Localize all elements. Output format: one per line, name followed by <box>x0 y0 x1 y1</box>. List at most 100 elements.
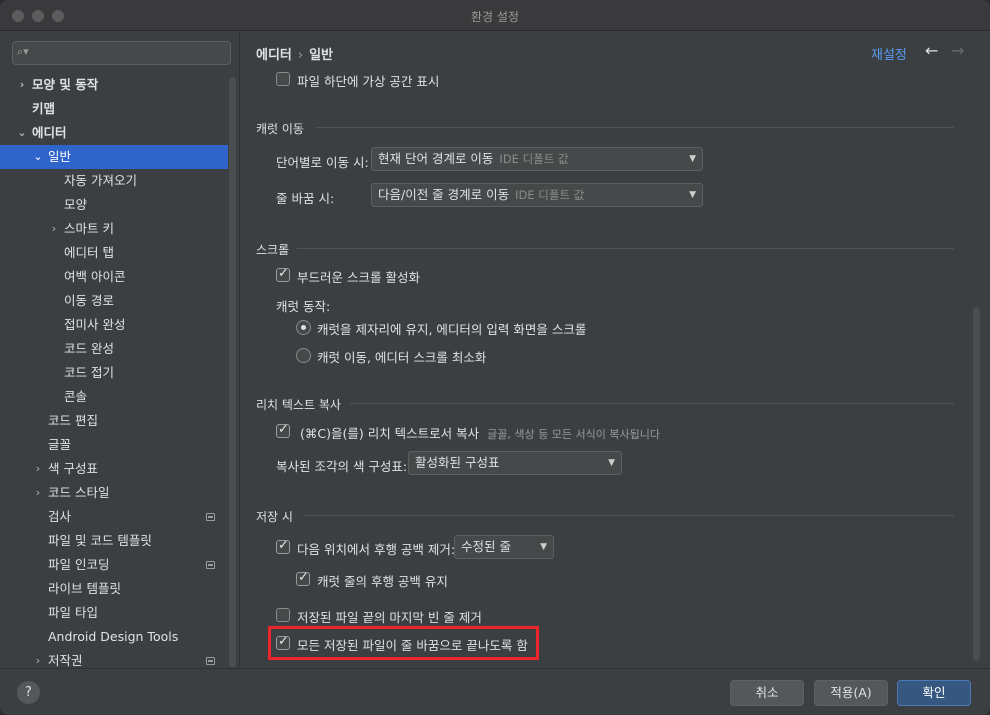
keep-caret-label: 캐럿을 제자리에 유지, 에디터의 입력 화면을 스크롤 <box>317 322 587 337</box>
search-input[interactable]: ⌕▾ <box>12 41 231 65</box>
sidebar-item[interactable]: 파일 인코딩 <box>0 553 228 577</box>
sidebar-item-label: 자동 가져오기 <box>64 173 137 188</box>
sidebar-item[interactable]: 접미사 완성 <box>0 313 228 337</box>
sidebar-scrollbar[interactable] <box>229 77 236 667</box>
sidebar-item-label: 색 구성표 <box>48 461 98 476</box>
rich-copy-label: (⌘C)을(를) 리치 텍스트로서 복사 글꼴, 색상 등 모든 서식이 복사됩니… <box>300 423 660 442</box>
rich-copy-hint: 글꼴, 색상 등 모든 서식이 복사됩니다 <box>487 428 660 441</box>
sidebar-item-label: 일반 <box>48 149 72 164</box>
cancel-button[interactable]: 취소 <box>730 680 804 706</box>
back-arrow-icon[interactable]: ← <box>925 41 938 60</box>
chevron-right-icon[interactable]: › <box>16 73 28 97</box>
dropdown-arrow-icon: ▼ <box>608 458 615 468</box>
line-break-dropdown[interactable]: 다음/이전 줄 경계로 이동 IDE 디폴트 값 ▼ <box>371 183 703 207</box>
sidebar-item[interactable]: › 코드 스타일 <box>0 481 228 505</box>
sidebar-item[interactable]: › 모양 및 동작 <box>0 73 228 97</box>
apply-button[interactable]: 적용(A) <box>814 680 888 706</box>
sidebar-item[interactable]: 에디터 탭 <box>0 241 228 265</box>
line-break-value: 다음/이전 줄 경계로 이동 <box>378 187 510 202</box>
sidebar-item-label: 모양 <box>64 197 88 212</box>
rich-copy-section-title: 리치 텍스트 복사 <box>256 398 341 412</box>
sidebar-item-label: 에디터 탭 <box>64 245 114 260</box>
chevron-right-icon[interactable]: › <box>32 481 44 505</box>
search-icon: ⌕▾ <box>17 45 29 58</box>
sidebar-item[interactable]: 파일 타입 <box>0 601 228 625</box>
main-scrollbar[interactable] <box>973 307 980 661</box>
virtual-space-checkbox[interactable] <box>276 72 290 86</box>
sidebar-item[interactable]: 코드 접기 <box>0 361 228 385</box>
sidebar-item[interactable]: 자동 가져오기 <box>0 169 228 193</box>
breadcrumb-editor[interactable]: 에디터 <box>256 48 292 63</box>
sidebar-item-label: 라이브 템플릿 <box>48 581 121 596</box>
color-scheme-dropdown[interactable]: 활성화된 구성표 ▼ <box>408 451 622 475</box>
sidebar-item-label: 코드 접기 <box>64 365 114 380</box>
preferences-window: 환경 설정 ⌕▾ › 모양 및 동작 키맵 ⌄ 에디터 ⌄ 일반 자동 가져오기 모양 › 스마트 … <box>0 0 990 715</box>
keep-caret-radio[interactable] <box>296 320 311 335</box>
sidebar-item[interactable]: 검사 <box>0 505 228 529</box>
help-button[interactable]: ? <box>17 681 40 704</box>
sidebar-item-label: 코드 스타일 <box>48 485 110 500</box>
sidebar-item[interactable]: 코드 편집 <box>0 409 228 433</box>
sidebar-item[interactable]: Android Design Tools <box>0 625 228 649</box>
color-scheme-value: 활성화된 구성표 <box>415 455 500 470</box>
sidebar-item[interactable]: 모양 <box>0 193 228 217</box>
sidebar-item[interactable]: 이동 경로 <box>0 289 228 313</box>
chevron-right-icon: › <box>297 48 304 63</box>
sidebar-item[interactable]: 글꼴 <box>0 433 228 457</box>
smooth-scroll-label: 부드러운 스크롤 활성화 <box>297 270 420 285</box>
chevron-down-icon[interactable]: ⌄ <box>32 145 44 169</box>
word-move-value: 현재 단어 경계로 이동 <box>378 151 494 166</box>
sidebar-item[interactable]: 라이브 템플릿 <box>0 577 228 601</box>
forward-arrow-icon[interactable]: → <box>951 41 964 60</box>
sidebar-item-label: 접미사 완성 <box>64 317 126 332</box>
sidebar-item-label: 모양 및 동작 <box>32 77 99 92</box>
project-scope-icon <box>206 513 215 521</box>
keep-caret-whitespace-label: 캐럿 줄의 후행 공백 유지 <box>317 574 448 589</box>
sidebar-item-label: 코드 편집 <box>48 413 98 428</box>
rich-copy-checkbox[interactable] <box>276 422 290 438</box>
word-move-dropdown[interactable]: 현재 단어 경계로 이동 IDE 디폴트 값 ▼ <box>371 147 703 171</box>
sidebar-item-label: 키맵 <box>32 101 56 116</box>
sidebar-item[interactable]: 파일 및 코드 템플릿 <box>0 529 228 553</box>
ok-button[interactable]: 확인 <box>897 680 971 706</box>
settings-sidebar: ⌕▾ › 모양 및 동작키맵 ⌄ 에디터 ⌄ 일반자동 가져오기모양 › 스마트 키에디터 탭… <box>0 32 240 668</box>
section-divider <box>303 515 954 516</box>
sidebar-item[interactable]: › 스마트 키 <box>0 217 228 241</box>
reset-link[interactable]: 재설정 <box>871 44 907 63</box>
dialog-footer: ? 취소 적용(A) 확인 <box>0 668 990 715</box>
sidebar-item-label: 검사 <box>48 509 72 524</box>
strip-whitespace-dropdown[interactable]: 수정된 줄 ▼ <box>454 535 554 559</box>
sidebar-item[interactable]: 여백 아이콘 <box>0 265 228 289</box>
highlight-box <box>268 626 539 660</box>
move-caret-radio[interactable] <box>296 348 311 363</box>
sidebar-item-label: 파일 및 코드 템플릿 <box>48 533 152 548</box>
remove-blank-lines-checkbox[interactable] <box>276 608 290 622</box>
strip-whitespace-checkbox[interactable] <box>276 538 290 554</box>
sidebar-item[interactable]: › 색 구성표 <box>0 457 228 481</box>
sidebar-item[interactable]: 콘솔 <box>0 385 228 409</box>
sidebar-item-label: Android Design Tools <box>48 629 179 644</box>
keep-caret-whitespace-checkbox[interactable] <box>296 570 310 586</box>
section-divider <box>350 403 954 404</box>
on-save-section-title: 저장 시 <box>256 510 293 524</box>
sidebar-item[interactable]: 키맵 <box>0 97 228 121</box>
sidebar-item-label: 이동 경로 <box>64 293 114 308</box>
color-scheme-label: 복사된 조각의 색 구성표: <box>276 459 408 474</box>
strip-whitespace-value: 수정된 줄 <box>461 539 511 554</box>
smooth-scroll-checkbox[interactable] <box>276 266 290 282</box>
sidebar-item-label: 코드 완성 <box>64 341 114 356</box>
sidebar-item[interactable]: ⌄ 에디터 <box>0 121 228 145</box>
strip-whitespace-label: 다음 위치에서 후행 공백 제거: <box>297 542 456 557</box>
dropdown-arrow-icon: ▼ <box>689 190 696 200</box>
chevron-right-icon[interactable]: › <box>48 217 60 241</box>
title-bar: 환경 설정 <box>0 0 990 31</box>
dropdown-arrow-icon: ▼ <box>689 154 696 164</box>
sidebar-item[interactable]: ⌄ 일반 <box>0 145 228 169</box>
sidebar-item[interactable]: 코드 완성 <box>0 337 228 361</box>
word-move-label: 단어별로 이동 시: <box>276 155 369 170</box>
sidebar-item-label: 스마트 키 <box>64 221 114 236</box>
breadcrumb-general: 일반 <box>309 48 334 63</box>
chevron-down-icon[interactable]: ⌄ <box>16 121 28 145</box>
project-scope-icon <box>206 657 215 665</box>
chevron-right-icon[interactable]: › <box>32 457 44 481</box>
